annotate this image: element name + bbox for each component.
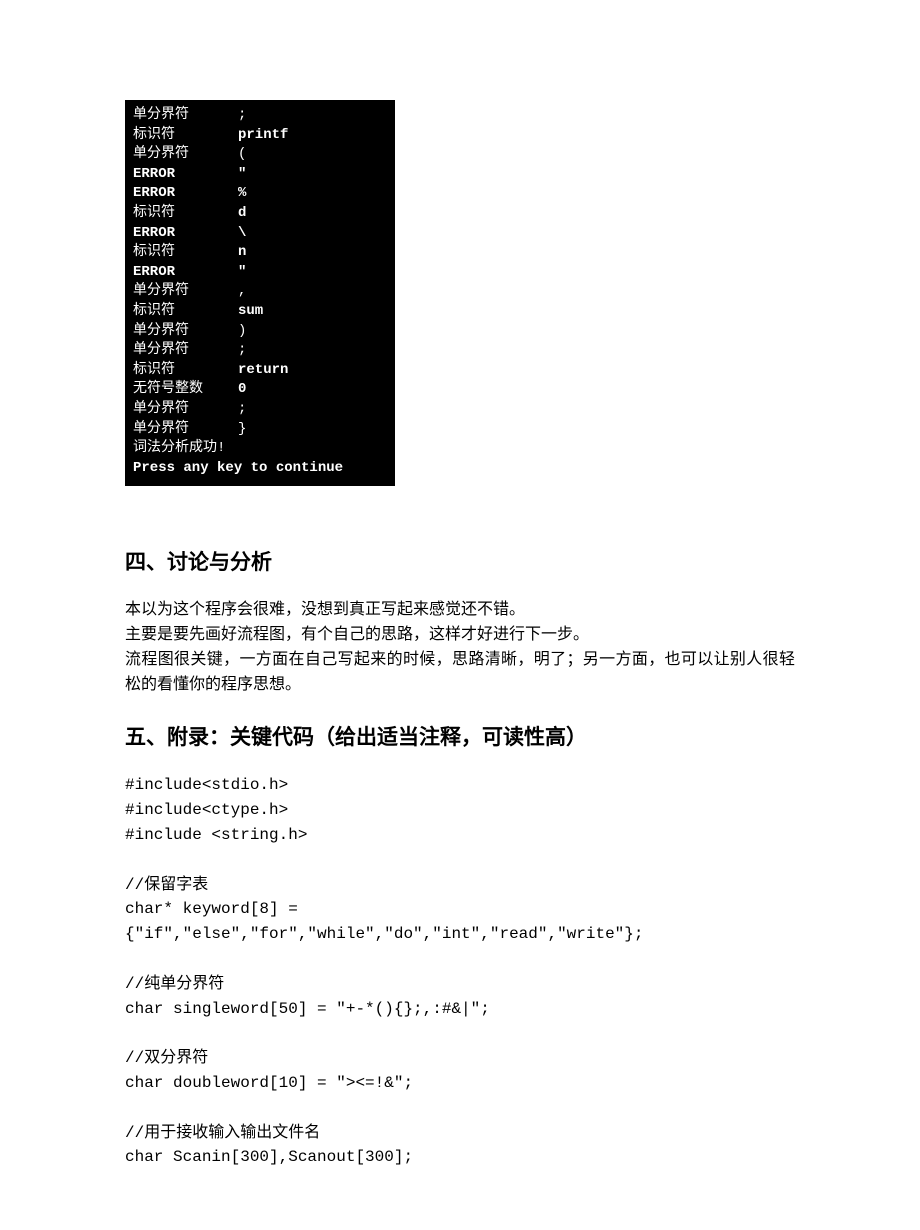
console-col-value: 0 — [238, 380, 387, 400]
console-row: 单分界符; — [133, 106, 387, 126]
console-col-type: 单分界符 — [133, 341, 238, 361]
console-col-type: 标识符 — [133, 361, 238, 381]
section4-body: 本以为这个程序会很难，没想到真正写起来感觉还不错。 主要是要先画好流程图，有个自… — [125, 598, 795, 697]
console-col-value: printf — [238, 126, 387, 146]
console-col-type: ERROR — [133, 224, 238, 244]
console-row: 标识符printf — [133, 126, 387, 146]
console-row: 标识符return — [133, 361, 387, 381]
console-col-type: 单分界符 — [133, 145, 238, 165]
console-row: ERROR% — [133, 184, 387, 204]
console-col-value: % — [238, 184, 387, 204]
console-row: ERROR\ — [133, 224, 387, 244]
console-row: 单分界符( — [133, 145, 387, 165]
console-col-value: sum — [238, 302, 387, 322]
console-col-type: 单分界符 — [133, 420, 238, 440]
console-row: 无符号整数0 — [133, 380, 387, 400]
console-col-value: , — [238, 282, 387, 302]
console-col-value: ; — [238, 400, 387, 420]
console-col-type: 标识符 — [133, 204, 238, 224]
console-row: ERROR" — [133, 165, 387, 185]
section4-p1: 本以为这个程序会很难，没想到真正写起来感觉还不错。 — [125, 601, 525, 618]
console-col-type: 无符号整数 — [133, 380, 238, 400]
console-row: 标识符n — [133, 243, 387, 263]
console-col-value: ; — [238, 341, 387, 361]
console-col-type: 标识符 — [133, 126, 238, 146]
console-col-value: d — [238, 204, 387, 224]
section4-p3: 流程图很关键，一方面在自己写起来的时候，思路清晰，明了；另一方面，也可以让别人很… — [125, 651, 795, 693]
console-col-type: 单分界符 — [133, 322, 238, 342]
console-row: 单分界符) — [133, 322, 387, 342]
console-col-value: " — [238, 165, 387, 185]
section5-heading: 五、附录：关键代码（给出适当注释，可读性高） — [125, 721, 795, 751]
console-output: 单分界符;标识符printf单分界符(ERROR"ERROR%标识符dERROR… — [125, 100, 395, 486]
console-prompt: Press any key to continue — [133, 459, 387, 479]
console-row: 单分界符; — [133, 341, 387, 361]
console-col-value: \ — [238, 224, 387, 244]
document-page: 单分界符;标识符printf单分界符(ERROR"ERROR%标识符dERROR… — [0, 0, 920, 1230]
console-col-type: 标识符 — [133, 243, 238, 263]
console-success: 词法分析成功! — [133, 439, 387, 459]
console-col-value: return — [238, 361, 387, 381]
console-row: 单分界符, — [133, 282, 387, 302]
console-col-type: ERROR — [133, 184, 238, 204]
console-col-type: 单分界符 — [133, 106, 238, 126]
console-row: 单分界符; — [133, 400, 387, 420]
console-row: 标识符sum — [133, 302, 387, 322]
console-row: 单分界符} — [133, 420, 387, 440]
console-col-value: ) — [238, 322, 387, 342]
console-col-value: } — [238, 420, 387, 440]
console-col-value: ( — [238, 145, 387, 165]
console-row: ERROR" — [133, 263, 387, 283]
console-col-type: 标识符 — [133, 302, 238, 322]
section4-p2: 主要是要先画好流程图，有个自己的思路，这样才好进行下一步。 — [125, 626, 589, 643]
console-col-type: 单分界符 — [133, 400, 238, 420]
console-row: 标识符d — [133, 204, 387, 224]
console-col-value: ; — [238, 106, 387, 126]
section4-heading: 四、讨论与分析 — [125, 546, 795, 576]
console-col-value: n — [238, 243, 387, 263]
section5-code: #include<stdio.h> #include<ctype.h> #inc… — [125, 773, 795, 1170]
console-col-type: ERROR — [133, 165, 238, 185]
console-col-value: " — [238, 263, 387, 283]
console-col-type: 单分界符 — [133, 282, 238, 302]
console-col-type: ERROR — [133, 263, 238, 283]
